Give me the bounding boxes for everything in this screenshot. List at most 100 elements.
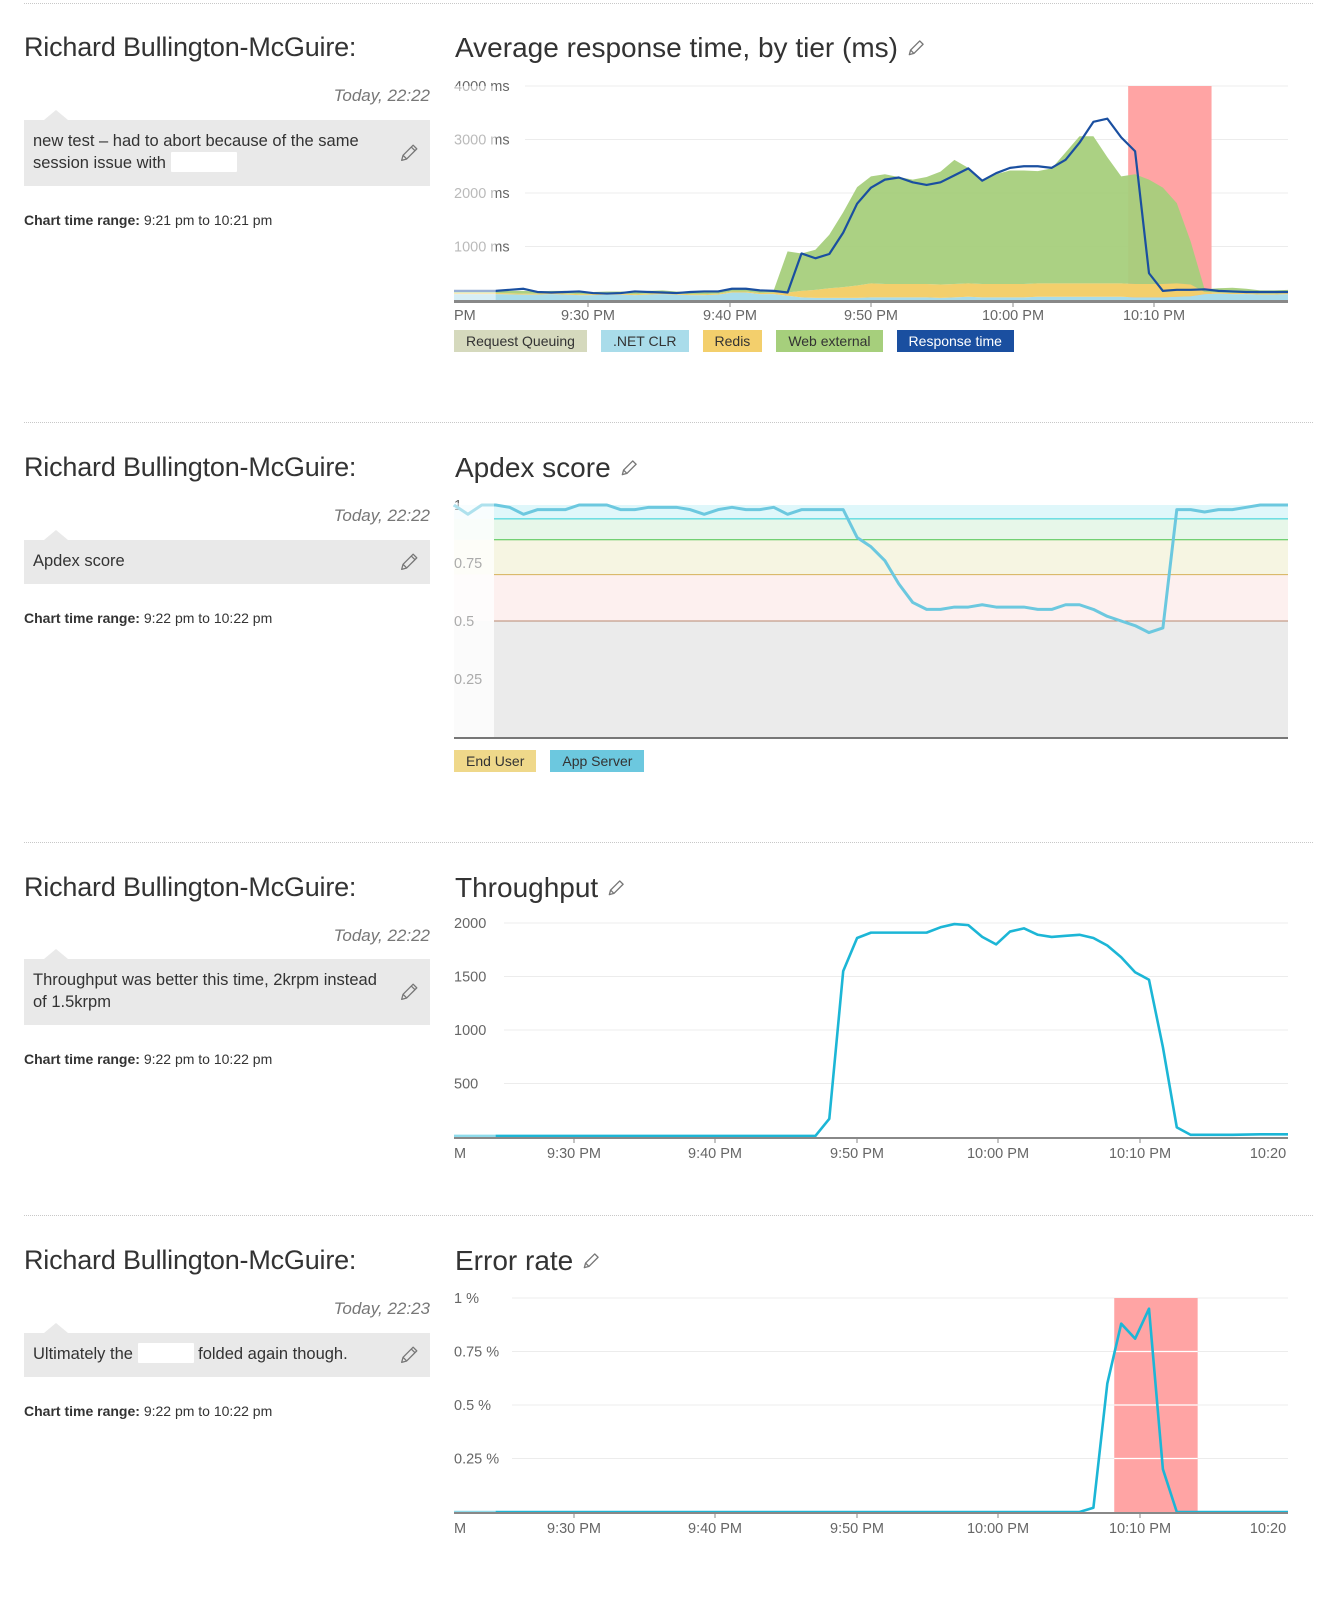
time-range-value: 9:21 pm to 10:21 pm [143, 212, 273, 228]
post-timestamp: Today, 22:22 [333, 506, 430, 525]
chart-time-range: Chart time range: 9:22 pm to 10:22 pm [24, 610, 272, 626]
section-divider [24, 3, 1313, 4]
chart-time-range: Chart time range: 9:22 pm to 10:22 pm [24, 1403, 272, 1419]
comment-bubble: Apdex score [24, 530, 430, 584]
comment-text: Apdex score [33, 552, 125, 570]
edit-pencil-icon[interactable] [398, 142, 420, 164]
x-tick-label: 9:50 PM [830, 1146, 884, 1162]
x-tick-label: M [454, 1521, 466, 1537]
post-author: Richard Bullington-McGuire: [24, 32, 357, 62]
legend-response-time[interactable]: Response time [896, 330, 1014, 352]
redacted-text [170, 152, 237, 172]
x-tick-label: 9:40 PM [688, 1521, 742, 1537]
legend-redis[interactable]: Redis [702, 330, 763, 352]
post-timestamp: Today, 22:22 [333, 86, 430, 105]
x-axis-baseline [454, 1137, 1288, 1139]
x-axis-baseline [454, 737, 1288, 739]
apdex-band-good [494, 518, 1288, 540]
time-range-label: Chart time range: [24, 1051, 140, 1067]
redacted-text [137, 1343, 194, 1363]
x-tick-label: 10:20 [1250, 1146, 1286, 1162]
time-range-value: 9:22 pm to 10:22 pm [143, 1403, 273, 1419]
throughput-chart: 500 1000 1500 2000 M 9:30 PM 9:40 PM 9:50 PM 10:… [454, 916, 1288, 1162]
chart-title-text: Error rate [455, 1245, 574, 1276]
x-tick-label: 9:30 PM [547, 1146, 601, 1162]
comment-bubble: new test – had to abort because of the s… [24, 110, 430, 186]
y-tick-label: 2000 [454, 916, 486, 932]
x-tick-label: PM [454, 308, 476, 324]
error-rate-chart: 0.25 % 0.5 % 0.75 % 1 % M 9:30 PM 9:40 PM 9:50 … [454, 1291, 1288, 1537]
faded-region [454, 503, 494, 737]
x-tick-label: 9:40 PM [703, 308, 757, 324]
x-tick-label: 10:20 [1250, 1521, 1286, 1537]
x-tick-label: 10:00 PM [967, 1521, 1029, 1537]
chart-legend: End User App Server [454, 750, 645, 772]
edit-pencil-icon[interactable] [619, 458, 639, 478]
y-tick-label: 0.25 % [454, 1452, 499, 1468]
edit-pencil-icon[interactable] [581, 1251, 601, 1271]
x-tick-label: 10:00 PM [982, 308, 1044, 324]
faded-region [454, 1133, 496, 1137]
legend-app-server[interactable]: App Server [550, 750, 645, 772]
time-range-value: 9:22 pm to 10:22 pm [143, 610, 273, 626]
edit-pencil-icon[interactable] [906, 38, 926, 58]
x-tick-label: 9:30 PM [547, 1521, 601, 1537]
x-tick-label: 9:30 PM [561, 308, 615, 324]
y-tick-label: 500 [454, 1077, 478, 1093]
x-tick-label: 9:50 PM [844, 308, 898, 324]
time-range-label: Chart time range: [24, 212, 140, 228]
x-tick-label: 10:10 PM [1109, 1521, 1171, 1537]
legend-web-external[interactable]: Web external [776, 330, 883, 352]
post-author: Richard Bullington-McGuire: [24, 1245, 357, 1275]
x-axis-baseline [454, 1512, 1288, 1514]
x-tick-label: 10:10 PM [1109, 1146, 1171, 1162]
edit-pencil-icon[interactable] [398, 551, 420, 573]
chart-legend: Request Queuing .NET CLR Redis Web exter… [454, 330, 1014, 352]
post-author: Richard Bullington-McGuire: [24, 452, 357, 482]
edit-pencil-icon[interactable] [398, 1344, 420, 1366]
faded-region [454, 1508, 496, 1512]
comment-text: Throughput was better this time, 2krpm i… [33, 971, 377, 1011]
apdex-chart: 0.250.50.751 [453, 498, 1288, 739]
legend-end-user[interactable]: End User [454, 750, 537, 772]
legend-request-queuing[interactable]: Request Queuing [454, 330, 587, 352]
comment-text: folded again though. [193, 1345, 348, 1363]
x-tick-label: 10:00 PM [967, 1146, 1029, 1162]
chart-title-text: Average response time, by tier (ms) [455, 32, 898, 63]
comment-text: Ultimately the [33, 1345, 138, 1363]
section-divider [24, 1215, 1313, 1216]
response-time-chart: 1000 ms2000 ms3000 ms4000 msPM9:30 PM9:4… [454, 79, 1288, 324]
x-tick-label: 10:10 PM [1123, 308, 1185, 324]
x-axis-baseline [454, 300, 1288, 303]
edit-pencil-icon[interactable] [398, 981, 420, 1003]
time-range-label: Chart time range: [24, 610, 140, 626]
post-timestamp: Today, 22:23 [333, 1299, 430, 1318]
y-tick-label: 0.75 % [454, 1345, 499, 1361]
comment-bubble: Throughput was better this time, 2krpm i… [24, 949, 430, 1025]
section-divider [24, 842, 1313, 843]
y-tick-label: 1500 [454, 970, 486, 986]
apdex-band-unacceptable [494, 621, 1288, 737]
faded-region [454, 86, 496, 300]
x-tick-label: 9:50 PM [830, 1521, 884, 1537]
time-range-label: Chart time range: [24, 1403, 140, 1419]
chart-time-range: Chart time range: 9:21 pm to 10:21 pm [24, 212, 272, 228]
chart-title: Error rate [455, 1245, 601, 1277]
section-divider [24, 422, 1313, 423]
chart-title: Average response time, by tier (ms) [455, 32, 926, 64]
x-tick-label: 9:40 PM [688, 1146, 742, 1162]
y-tick-label: 1 % [454, 1291, 479, 1307]
time-range-value: 9:22 pm to 10:22 pm [143, 1051, 273, 1067]
x-tick-label: M [454, 1146, 466, 1162]
edit-pencil-icon[interactable] [606, 878, 626, 898]
comment-bubble: Ultimately the folded again though. [24, 1323, 430, 1377]
y-tick-label: 0.5 % [454, 1398, 491, 1414]
legend-net-clr[interactable]: .NET CLR [600, 330, 689, 352]
chart-title-text: Apdex score [455, 452, 611, 483]
y-tick-label: 1000 [454, 1023, 486, 1039]
post-author: Richard Bullington-McGuire: [24, 872, 357, 902]
chart-title: Apdex score [455, 452, 639, 484]
chart-time-range: Chart time range: 9:22 pm to 10:22 pm [24, 1051, 272, 1067]
post-timestamp: Today, 22:22 [333, 926, 430, 945]
chart-title-text: Throughput [455, 872, 599, 903]
